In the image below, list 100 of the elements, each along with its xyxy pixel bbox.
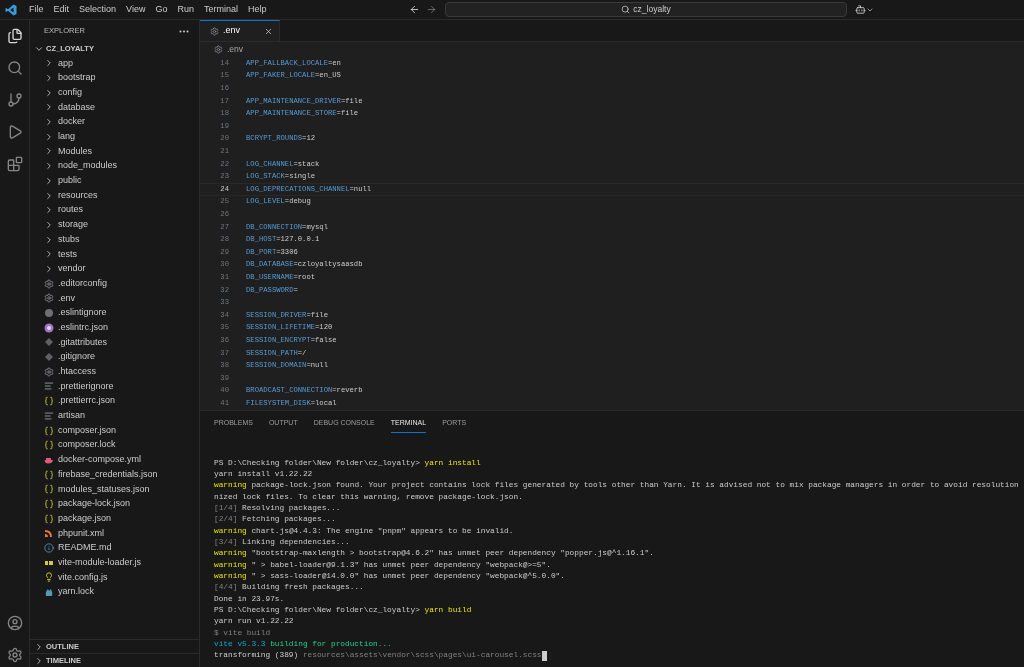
forward-arrow-icon[interactable] (426, 4, 437, 15)
chevron-icon (44, 205, 54, 216)
search-icon[interactable] (6, 60, 23, 76)
menu-item[interactable]: Terminal (198, 2, 243, 17)
account-icon[interactable] (6, 615, 23, 631)
diamond-icon (44, 352, 54, 363)
gear-icon (214, 44, 223, 54)
branch-icon[interactable] (6, 92, 23, 108)
tree-item[interactable]: .gitattributes (30, 335, 199, 350)
tree-item[interactable]: app (30, 56, 199, 71)
tree-item[interactable]: .env (30, 291, 199, 306)
command-center-search-field[interactable]: cz_loyalty (445, 2, 847, 17)
chevron-icon (44, 234, 54, 245)
tree-item[interactable]: composer.json (30, 423, 199, 438)
tree-item[interactable]: package-lock.json (30, 496, 199, 512)
chevron-icon (34, 655, 44, 666)
chevron-icon (44, 161, 54, 172)
editor-tab[interactable]: .env (200, 20, 280, 41)
back-arrow-icon[interactable] (409, 4, 420, 15)
tree-item[interactable]: vite-module-loader.js (30, 555, 199, 571)
tree-item[interactable]: vite.config.js (30, 570, 199, 585)
tree-item[interactable]: firebase_credentials.json (30, 467, 199, 482)
braces-icon (44, 469, 54, 480)
tree-item[interactable]: vendor (30, 261, 199, 277)
chevron-icon (44, 117, 54, 128)
lightbulb-icon (44, 572, 54, 583)
tree-item[interactable]: phpunit.xml (30, 526, 199, 541)
tree-item[interactable]: lang (30, 129, 199, 145)
tree-item[interactable]: resources (30, 188, 199, 203)
tree-item[interactable]: routes (30, 202, 199, 218)
tree-item[interactable]: .prettierrc.json (30, 393, 199, 409)
app-logo-icon (5, 3, 17, 16)
tree-item[interactable]: docker-compose.yml (30, 452, 199, 468)
rss-icon (44, 528, 54, 539)
chevron-icon (44, 219, 54, 230)
files-icon[interactable] (6, 28, 23, 44)
breadcrumb[interactable]: .env (227, 42, 244, 56)
braces-icon (44, 396, 54, 407)
diamond-icon (44, 337, 54, 348)
braces-icon (44, 440, 54, 451)
tree-item[interactable]: config (30, 85, 199, 101)
chevron-icon (44, 73, 54, 84)
menu-item[interactable]: View (121, 2, 151, 17)
tree-item[interactable]: bootstrap (30, 70, 199, 86)
gear-icon (44, 278, 54, 289)
menu-item[interactable]: Help (242, 2, 272, 17)
tree-item[interactable]: .editorconfig (30, 276, 199, 291)
more-icon[interactable] (179, 29, 189, 33)
tree-item[interactable]: public (30, 173, 199, 189)
braces-icon (44, 425, 54, 436)
tree-item[interactable]: package.json (30, 511, 199, 526)
braces-icon (44, 513, 54, 524)
braces-icon (44, 498, 54, 509)
chevron-icon (44, 263, 54, 274)
tree-item[interactable]: .eslintrc.json (30, 320, 199, 336)
lines-icon (44, 381, 54, 392)
settings-icon[interactable] (6, 647, 23, 663)
chevron-icon (44, 87, 54, 98)
chevron-icon (44, 249, 54, 260)
menu-item[interactable]: Selection (74, 2, 122, 17)
search-icon (621, 5, 631, 14)
tree-item[interactable]: README.md (30, 540, 199, 556)
menu-item[interactable]: Go (150, 2, 173, 17)
text-cursor (541, 651, 547, 662)
tree-item[interactable]: node_modules (30, 158, 199, 174)
circle-icon (44, 308, 54, 319)
menu-item[interactable]: Run (172, 2, 199, 17)
tree-item[interactable]: storage (30, 217, 199, 233)
extensions-icon[interactable] (6, 156, 23, 172)
menu-item[interactable]: File (24, 2, 49, 17)
tree-item[interactable]: tests (30, 246, 199, 262)
chevron-icon (44, 146, 54, 157)
chevron-icon (44, 190, 54, 201)
tree-item[interactable]: yarn.lock (30, 584, 199, 600)
robot-icon[interactable] (855, 4, 866, 15)
tree-item[interactable]: modules_statuses.json (30, 481, 199, 497)
tree-item[interactable]: stubs (30, 232, 199, 247)
chevron-icon (44, 102, 54, 113)
gear-icon (210, 26, 219, 36)
tree-item[interactable]: database (30, 100, 199, 115)
chevron-icon (44, 175, 54, 186)
tree-item[interactable]: .htaccess (30, 364, 199, 380)
chevron-icon (34, 44, 44, 54)
tree-item[interactable]: .eslintignore (30, 305, 199, 321)
tree-item[interactable]: artisan (30, 408, 199, 424)
chevron-icon (44, 131, 54, 142)
tree-item[interactable]: composer.lock (30, 437, 199, 453)
info-icon (44, 543, 54, 554)
menu-item[interactable]: Edit (48, 2, 75, 17)
braces-icon (44, 484, 54, 495)
chevron-icon (34, 641, 44, 652)
tree-item[interactable]: .gitignore (30, 349, 199, 365)
tree-item[interactable]: docker (30, 114, 199, 130)
tree-item[interactable]: Modules (30, 144, 199, 159)
tree-item[interactable]: .prettierignore (30, 379, 199, 394)
gear-icon (44, 293, 54, 304)
close-icon[interactable] (264, 26, 273, 36)
chevron-icon (44, 58, 54, 69)
workspace-name: cz_loyalty (633, 3, 671, 16)
gear-icon (44, 366, 54, 377)
